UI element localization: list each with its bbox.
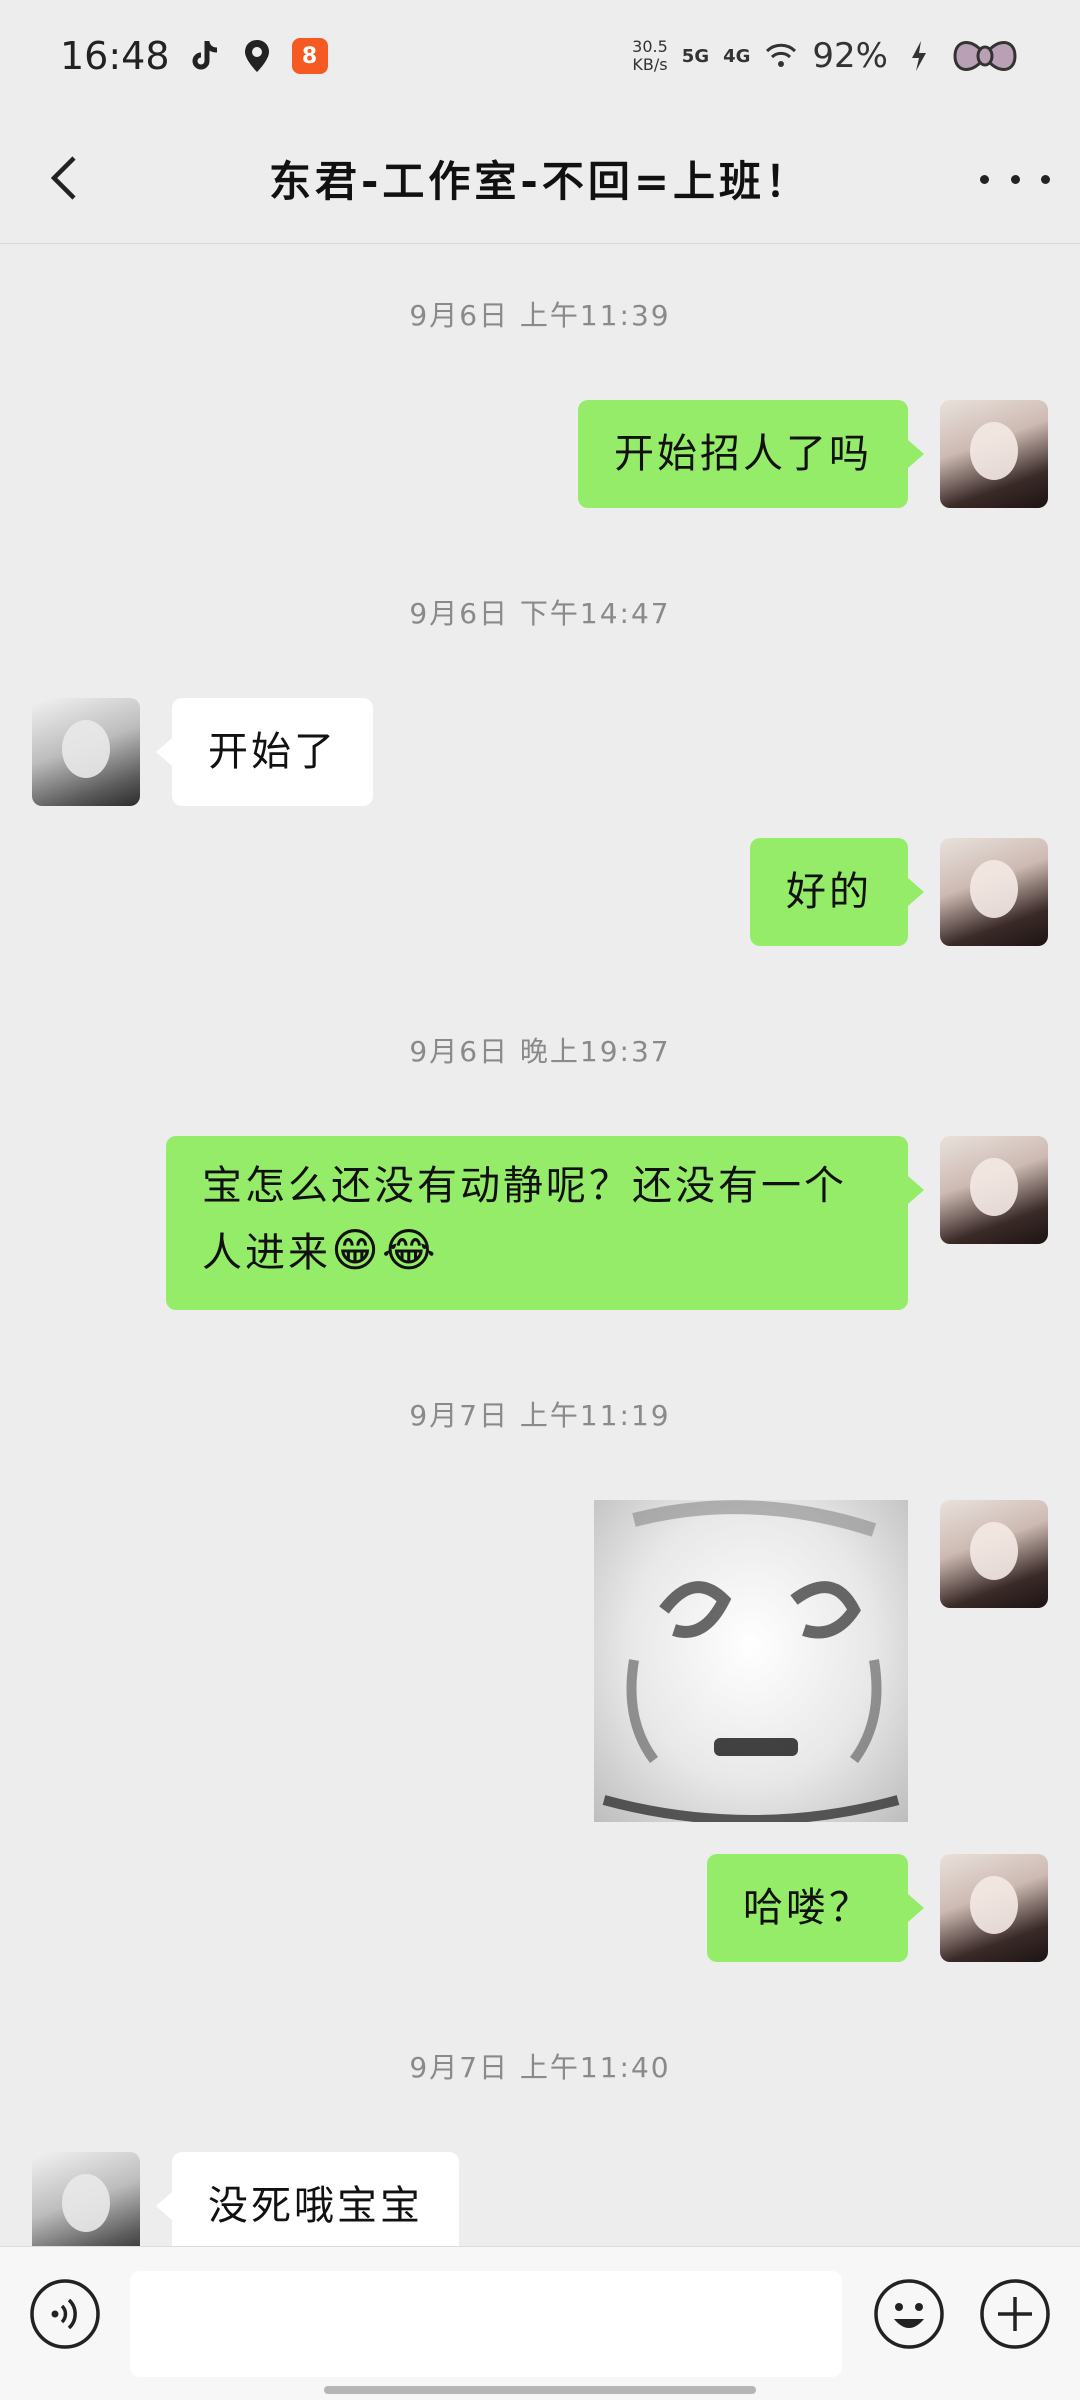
avatar-face (970, 1522, 1018, 1580)
more-dot (1010, 174, 1020, 184)
net-speed: 30.5 KB/s (632, 38, 668, 74)
message-bubble-received[interactable]: 开始了 (172, 698, 373, 806)
more-options-button[interactable] (980, 154, 1050, 204)
message-text: 人进来 (202, 1230, 331, 1276)
home-indicator[interactable] (324, 2386, 756, 2394)
app-badge-icon: 8 (291, 38, 328, 74)
message-text: 开始招人了吗 (614, 431, 872, 477)
contact-avatar[interactable] (32, 2152, 140, 2246)
message-input[interactable] (130, 2271, 842, 2377)
avatar-face (970, 1158, 1018, 1216)
status-right: 30.5 KB/s 5G 4G 92% (632, 33, 1020, 79)
message-timestamp: 9月7日 上午11:40 (409, 2051, 671, 2084)
charging-icon (902, 39, 936, 73)
bubble-tail (156, 2192, 172, 2220)
input-bar (0, 2246, 1080, 2400)
wifi-icon (764, 39, 798, 73)
status-time: 16:48 (60, 34, 170, 78)
bubble-tail (908, 440, 924, 468)
message-timestamp: 9月7日 上午11:19 (409, 1399, 671, 1432)
net-speed-unit: KB/s (632, 55, 668, 74)
status-app-icons: 8 (188, 38, 328, 74)
avatar-face (970, 422, 1018, 480)
back-button[interactable] (36, 148, 96, 208)
avatar-face (62, 720, 110, 778)
message-bubble-sent[interactable]: 宝怎么还没有动静呢？还没有一个 人进来😁😂 (166, 1136, 908, 1310)
more-dot (1041, 174, 1050, 184)
more-dot (980, 174, 989, 184)
chevron-left-icon (50, 156, 76, 200)
message-bubble-received[interactable]: 没死哦宝宝 (172, 2152, 459, 2246)
sticker-image[interactable] (594, 1500, 908, 1822)
voice-icon (30, 2279, 100, 2349)
bubble-tail (908, 878, 924, 906)
message-text: 好的 (786, 869, 872, 915)
message-bubble-sent[interactable]: 哈喽？ (707, 1854, 908, 1962)
avatar-face (62, 2174, 110, 2232)
message-text-line: 人进来😁😂 (202, 1218, 872, 1285)
net-speed-value: 30.5 (632, 37, 668, 56)
my-avatar[interactable] (940, 838, 1048, 946)
bubble-tail (156, 738, 172, 766)
chat-header: 东君-工作室-不回=上班！ (0, 112, 1080, 244)
emoji-icon (874, 2279, 944, 2349)
avatar-face (970, 860, 1018, 918)
chat-title: 东君-工作室-不回=上班！ (268, 156, 812, 206)
battery-percent: 92% (812, 36, 888, 76)
message-bubble-sent[interactable]: 好的 (750, 838, 908, 946)
message-text: 没死哦宝宝 (208, 2183, 423, 2229)
my-avatar[interactable] (940, 1500, 1048, 1608)
message-text: 开始了 (208, 729, 337, 775)
bow-icon (950, 33, 1020, 79)
bubble-tail (908, 1894, 924, 1922)
tiktok-icon (188, 39, 222, 73)
message-timestamp: 9月6日 晚上19:37 (409, 1035, 671, 1068)
message-text: 哈喽？ (743, 1885, 872, 1931)
bubble-tail (908, 1176, 924, 1204)
plus-icon (980, 2279, 1050, 2349)
contact-avatar[interactable] (32, 698, 140, 806)
emoji-button[interactable] (872, 2277, 946, 2351)
message-timestamp: 9月6日 上午11:39 (409, 299, 671, 332)
message-list[interactable]: 9月6日 上午11:39 开始招人了吗 9月6日 下午14:47 开始了 好的 … (0, 244, 1080, 2246)
signal-4g: 4G (723, 45, 751, 67)
sticker-face-icon (602, 1500, 900, 1822)
my-avatar[interactable] (940, 1136, 1048, 1244)
more-functions-button[interactable] (978, 2277, 1052, 2351)
status-bar: 16:48 8 30.5 KB/s 5G 4G 92% (0, 0, 1080, 112)
emoji-grin-icon: 😁😂 (331, 1223, 439, 1277)
message-bubble-sent[interactable]: 开始招人了吗 (578, 400, 908, 508)
du-map-icon (240, 39, 274, 73)
message-text-line: 宝怎么还没有动静呢？还没有一个 (202, 1163, 847, 1209)
signal-5g: 5G (681, 45, 710, 67)
message-timestamp: 9月6日 下午14:47 (409, 597, 671, 630)
voice-button[interactable] (28, 2277, 102, 2351)
my-avatar[interactable] (940, 1854, 1048, 1962)
my-avatar[interactable] (940, 400, 1048, 508)
avatar-face (970, 1876, 1018, 1934)
